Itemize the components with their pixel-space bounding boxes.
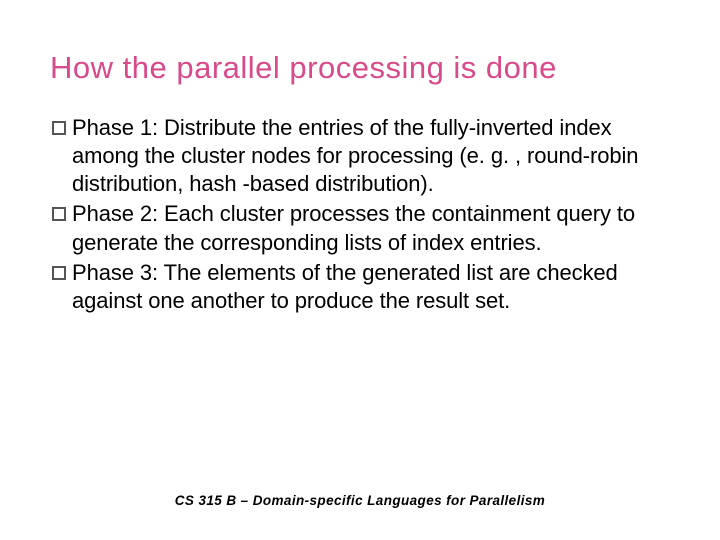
- slide-footer: CS 315 B – Domain-specific Languages for…: [50, 462, 670, 510]
- list-item: Phase 2: Each cluster processes the cont…: [50, 200, 670, 256]
- slide-title: How the parallel processing is done: [50, 50, 670, 86]
- footer-text: CS 315 B – Domain-specific Languages for…: [175, 493, 545, 508]
- list-item: Phase 3: The elements of the generated l…: [50, 259, 670, 315]
- slide-content: Phase 1: Distribute the entries of the f…: [50, 114, 670, 462]
- square-bullet-icon: [52, 207, 66, 221]
- square-bullet-icon: [52, 266, 66, 280]
- list-item: Phase 1: Distribute the entries of the f…: [50, 114, 670, 198]
- square-bullet-icon: [52, 121, 66, 135]
- slide: How the parallel processing is done Phas…: [0, 0, 720, 540]
- bullet-text: Phase 2: Each cluster processes the cont…: [72, 200, 670, 256]
- bullet-text: Phase 1: Distribute the entries of the f…: [72, 114, 670, 198]
- bullet-text: Phase 3: The elements of the generated l…: [72, 259, 670, 315]
